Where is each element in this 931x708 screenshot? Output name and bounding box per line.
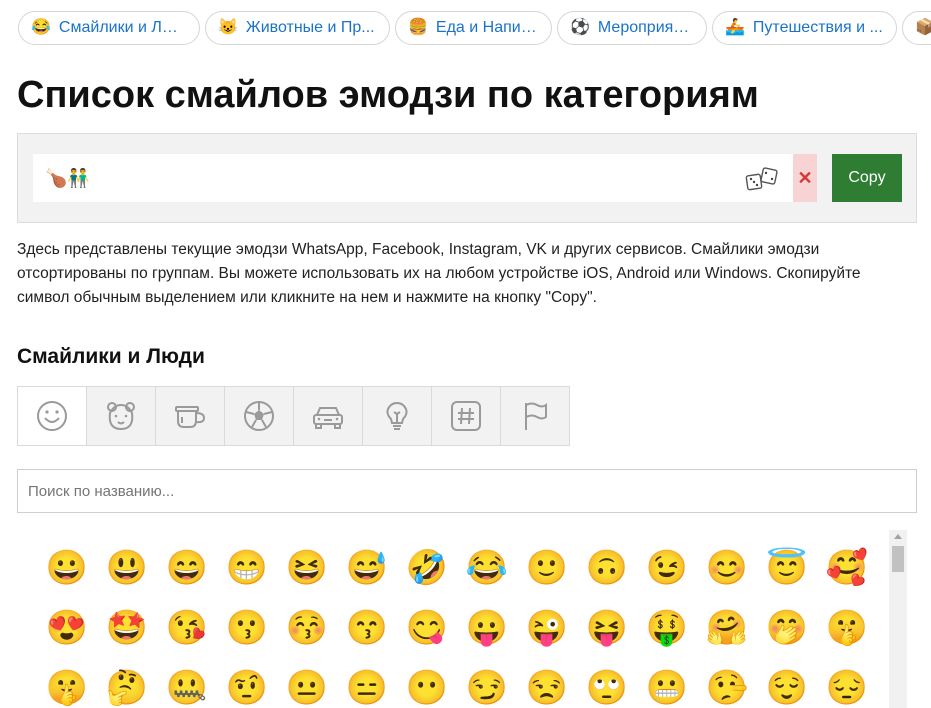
emoji-item[interactable]: 🤨	[217, 658, 277, 708]
pill-smileys[interactable]: 😂 Смайлики и Люди	[18, 11, 200, 45]
emoji-item[interactable]: 😚	[277, 598, 337, 658]
category-tabs	[17, 386, 570, 446]
emoji-grid: 😀 😃 😄 😁 😆 😅 🤣 😂 🙂 🙃 😉 😊 😇 🥰 😍 🤩 😘 😗 😚 😙 😋 😛 😜 😝 🤑 🤗 🤭 🤫 🤫 🤔 🤐 🤨 😐 😑 😶 😏 😒 🙄 😬 🤥…	[37, 538, 897, 708]
emoji-item[interactable]: 😁	[217, 538, 277, 598]
emoji-item[interactable]: 🤫	[37, 658, 97, 708]
emoji-item[interactable]: 😃	[97, 538, 157, 598]
emoji-item[interactable]: 😔	[817, 658, 877, 708]
tab-objects[interactable]	[362, 386, 432, 446]
emoji-item[interactable]: 😘	[157, 598, 217, 658]
tab-activities[interactable]	[224, 386, 294, 446]
pill-label: Мероприятия	[597, 19, 694, 36]
pill-animals[interactable]: 😺 Животные и Пр...	[205, 11, 390, 45]
tab-flags[interactable]	[500, 386, 570, 446]
emoji-item[interactable]: 😍	[37, 598, 97, 658]
search-input[interactable]	[17, 469, 917, 513]
pill-label: Путешествия и ...	[752, 19, 883, 36]
emoji-item[interactable]: 😑	[337, 658, 397, 708]
scroll-thumb[interactable]	[892, 546, 904, 572]
emoji-item[interactable]: 😉	[637, 538, 697, 598]
emoji-item[interactable]: 😋	[397, 598, 457, 658]
description-text: Здесь представлены текущие эмодзи WhatsA…	[17, 241, 861, 306]
copy-panel: 🍗👬 ✕ Copy	[17, 133, 917, 223]
scroll-up-arrow-icon[interactable]	[894, 534, 902, 539]
pill-emoji-icon: 😂	[31, 19, 51, 36]
emoji-item[interactable]: 😗	[217, 598, 277, 658]
random-dice-icon[interactable]	[745, 166, 779, 192]
bulb-icon	[386, 401, 408, 430]
emoji-item[interactable]: 😝	[577, 598, 637, 658]
emoji-item[interactable]: 😐	[277, 658, 337, 708]
emoji-item[interactable]: 🤭	[757, 598, 817, 658]
bear-icon	[107, 402, 135, 431]
pill-emoji-icon: 📦	[915, 20, 931, 36]
tab-animals[interactable]	[86, 386, 156, 446]
pill-label: Животные и Пр...	[245, 19, 375, 36]
emoji-item[interactable]: 😅	[337, 538, 397, 598]
page-title: Список смайлов эмодзи по категориям	[17, 74, 759, 116]
hash-icon	[451, 401, 481, 431]
emoji-item[interactable]: 😂	[457, 538, 517, 598]
emoji-item[interactable]: 🤔	[97, 658, 157, 708]
copy-field[interactable]: 🍗👬	[33, 154, 793, 202]
emoji-item[interactable]: 😛	[457, 598, 517, 658]
emoji-item[interactable]: 🤩	[97, 598, 157, 658]
emoji-item[interactable]: 🤥	[697, 658, 757, 708]
emoji-item[interactable]: 🙂	[517, 538, 577, 598]
pill-label: Еда и Напитки	[435, 19, 539, 36]
tab-travel[interactable]	[293, 386, 363, 446]
tab-symbols[interactable]	[431, 386, 501, 446]
pill-food[interactable]: 🍔 Еда и Напитки	[395, 11, 552, 45]
category-pills: 😂 Смайлики и Люди 😺 Животные и Пр... 🍔 Е…	[18, 11, 931, 47]
smiley-icon	[37, 401, 67, 431]
emoji-item[interactable]: 🤫	[817, 598, 877, 658]
emoji-item[interactable]: 😒	[517, 658, 577, 708]
emoji-item[interactable]: 😀	[37, 538, 97, 598]
car-icon	[313, 407, 343, 429]
flag-icon	[525, 402, 547, 430]
emoji-item[interactable]: 🥰	[817, 538, 877, 598]
clear-button[interactable]: ✕	[793, 154, 817, 202]
pill-activities[interactable]: ⚽ Мероприятия	[557, 11, 707, 45]
emoji-grid-scrollbar[interactable]	[889, 530, 907, 708]
section-title: Смайлики и Люди	[17, 345, 205, 368]
pill-emoji-icon: ⚽	[570, 19, 590, 36]
emoji-item[interactable]: 🙃	[577, 538, 637, 598]
pill-label: Смайлики и Люди	[58, 19, 187, 36]
pill-emoji-icon: 🍔	[408, 19, 428, 36]
cup-icon	[175, 406, 206, 428]
emoji-item[interactable]: 😶	[397, 658, 457, 708]
pill-travel[interactable]: 🚣 Путешествия и ...	[712, 11, 897, 45]
ball-icon	[244, 401, 274, 431]
emoji-item[interactable]: 😇	[757, 538, 817, 598]
emoji-item[interactable]: 😙	[337, 598, 397, 658]
pill-emoji-icon: 😺	[218, 19, 238, 36]
copy-button[interactable]: Copy	[832, 154, 902, 202]
tab-smileys[interactable]	[17, 386, 87, 446]
emoji-item[interactable]: 🤐	[157, 658, 217, 708]
emoji-item[interactable]: 😬	[637, 658, 697, 708]
tab-food[interactable]	[155, 386, 225, 446]
emoji-item[interactable]: 🤑	[637, 598, 697, 658]
emoji-item[interactable]: 🤣	[397, 538, 457, 598]
emoji-grid-container: 😀 😃 😄 😁 😆 😅 🤣 😂 🙂 🙃 😉 😊 😇 🥰 😍 🤩 😘 😗 😚 😙 😋 😛 😜 😝 🤑 🤗 🤭 🤫 🤫 🤔 🤐 🤨 😐 😑 😶 😏 😒 🙄 😬 🤥…	[17, 530, 908, 708]
emoji-item[interactable]: 😊	[697, 538, 757, 598]
emoji-item[interactable]: 😜	[517, 598, 577, 658]
emoji-item[interactable]: 😆	[277, 538, 337, 598]
emoji-item[interactable]: 😄	[157, 538, 217, 598]
pill-objects[interactable]: 📦	[902, 11, 931, 45]
emoji-item[interactable]: 😏	[457, 658, 517, 708]
emoji-item[interactable]: 😌	[757, 658, 817, 708]
pill-emoji-icon: 🚣	[725, 19, 745, 36]
emoji-item[interactable]: 🤗	[697, 598, 757, 658]
emoji-item[interactable]: 🙄	[577, 658, 637, 708]
